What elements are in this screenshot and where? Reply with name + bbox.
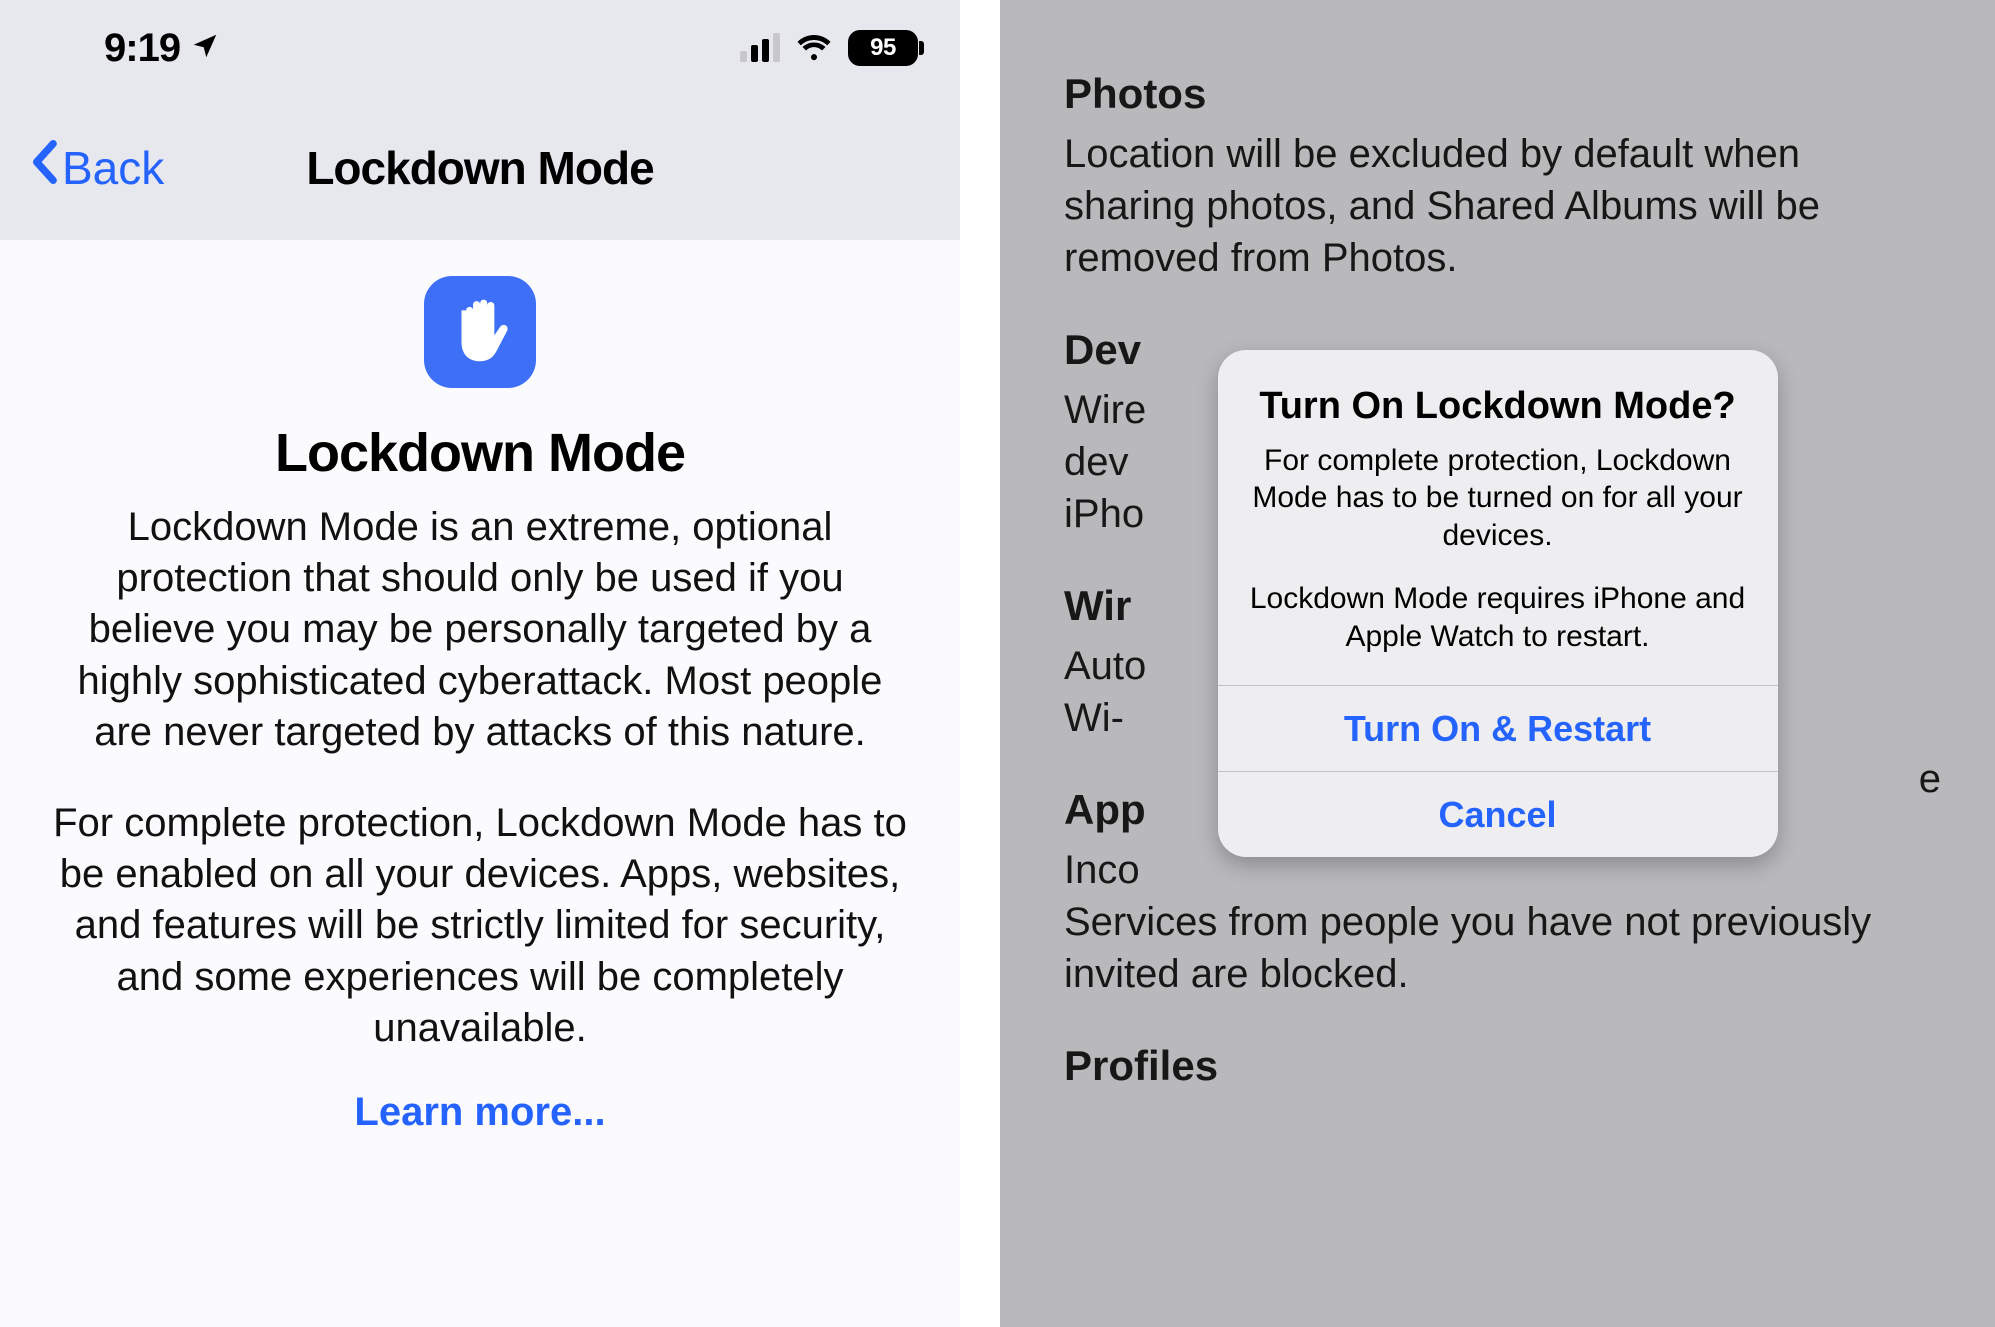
wifi-icon xyxy=(794,31,834,66)
chevron-left-icon xyxy=(30,140,58,195)
alert-text-2: Lockdown Mode requires iPhone and Apple … xyxy=(1246,580,1750,655)
status-time-group: 9:19 xyxy=(104,26,220,71)
battery-level: 95 xyxy=(870,34,896,62)
confirm-alert: Turn On Lockdown Mode? For complete prot… xyxy=(1218,350,1778,857)
status-bar: 9:19 95 xyxy=(0,0,960,96)
lockdown-paragraph-2: For complete protection, Lockdown Mode h… xyxy=(48,798,912,1054)
battery-icon: 95 xyxy=(848,30,918,66)
section-body-apple-services: Inco Services from people you have not p… xyxy=(1064,844,1931,1000)
back-button[interactable]: Back xyxy=(30,141,164,195)
navigation-bar: Back Lockdown Mode xyxy=(0,96,960,240)
hand-icon xyxy=(424,276,536,388)
settings-screen-with-alert: Photos Location will be excluded by defa… xyxy=(1000,0,1995,1327)
alert-text-1: For complete protection, Lockdown Mode h… xyxy=(1246,442,1750,555)
alert-cancel-button[interactable]: Cancel xyxy=(1218,771,1778,857)
section-body-photos: Location will be excluded by default whe… xyxy=(1064,128,1931,284)
section-photos: Photos Location will be excluded by defa… xyxy=(1064,70,1931,284)
page-title: Lockdown Mode xyxy=(306,141,653,195)
pane-separator xyxy=(960,0,1000,1327)
section-header-profiles: Profiles xyxy=(1064,1042,1931,1090)
section-header-photos: Photos xyxy=(1064,70,1931,118)
lockdown-paragraph-1: Lockdown Mode is an extreme, optional pr… xyxy=(48,502,912,758)
lockdown-content: Lockdown Mode Lockdown Mode is an extrem… xyxy=(0,240,960,1135)
lockdown-heading: Lockdown Mode xyxy=(48,422,912,484)
status-time: 9:19 xyxy=(104,26,180,71)
peek-letter-e: e xyxy=(1919,757,1941,802)
location-arrow-icon xyxy=(190,26,220,71)
cellular-signal-icon xyxy=(740,34,780,62)
learn-more-link[interactable]: Learn more... xyxy=(354,1090,605,1135)
alert-title: Turn On Lockdown Mode? xyxy=(1246,386,1750,428)
back-label: Back xyxy=(62,141,164,195)
status-right: 95 xyxy=(740,30,918,66)
section-profiles: Profiles xyxy=(1064,1042,1931,1090)
settings-screen-lockdown: 9:19 95 B xyxy=(0,0,960,1327)
alert-turn-on-restart-button[interactable]: Turn On & Restart xyxy=(1218,685,1778,771)
alert-body: Turn On Lockdown Mode? For complete prot… xyxy=(1218,350,1778,685)
